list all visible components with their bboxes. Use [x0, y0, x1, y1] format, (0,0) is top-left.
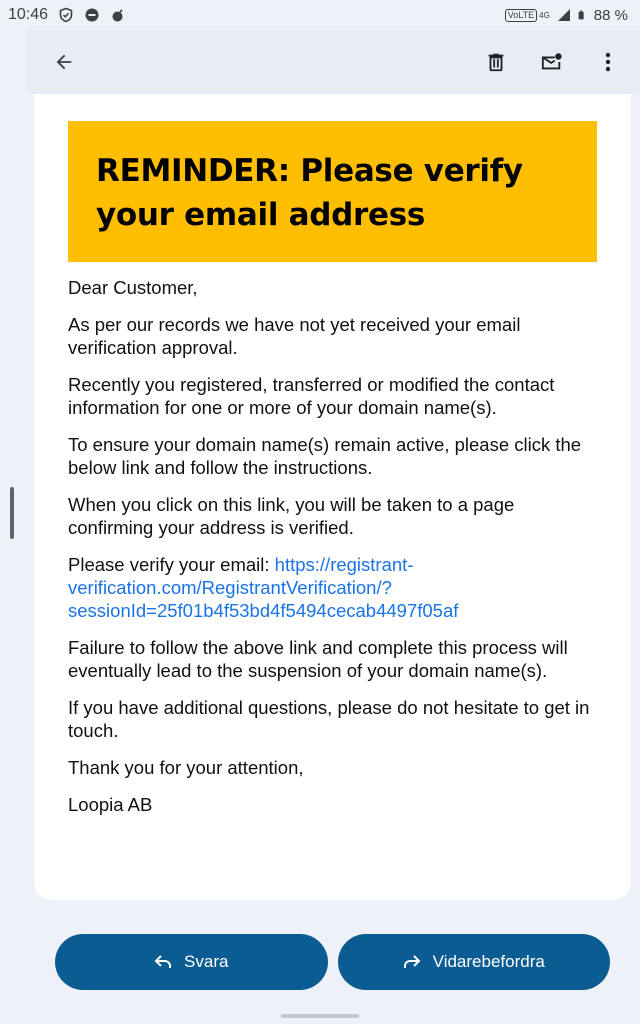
greeting: Dear Customer, [68, 277, 198, 298]
paragraph-failure: Failure to follow the above link and com… [68, 637, 568, 681]
reply-button[interactable]: Svara [55, 934, 328, 990]
more-vert-icon [605, 52, 611, 72]
email-message: Dear Customer, As per our records we hav… [68, 276, 604, 830]
side-drag-handle[interactable] [10, 487, 14, 539]
reply-actions: Svara Vidarebefordra [55, 934, 610, 990]
more-options-button[interactable] [594, 48, 622, 76]
closing-text: Thank you for your attention, [68, 757, 304, 778]
paragraph-registered: Recently you registered, transferred or … [68, 374, 555, 418]
back-button[interactable] [50, 48, 78, 76]
toolbar-actions [482, 48, 622, 76]
forward-label: Vidarebefordra [432, 952, 545, 971]
paragraph-verify: Please verify your email: https://regist… [68, 553, 604, 622]
mark-unread-icon [541, 53, 562, 70]
mark-unread-button[interactable] [538, 48, 566, 76]
paragraph-ensure: To ensure your domain name(s) remain act… [68, 434, 582, 478]
bomb-icon [112, 9, 123, 22]
paragraph-click: When you click on this link, you will be… [68, 494, 515, 538]
network-badge: VoLTE [504, 8, 538, 22]
email-banner: REMINDER: Please verify your email addre… [68, 121, 597, 262]
delete-button[interactable] [482, 48, 510, 76]
battery-percent: 88 % [593, 6, 628, 24]
email-toolbar [26, 30, 640, 94]
reply-label: Svara [184, 952, 229, 971]
verify-prefix: Please verify your email: [68, 554, 275, 575]
paragraph-records: As per our records we have not yet recei… [68, 314, 521, 358]
battery-icon [578, 10, 584, 20]
do-not-disturb-icon [85, 8, 99, 22]
status-right: VoLTE 4G 88 % [504, 6, 628, 24]
shield-icon [59, 7, 73, 23]
signal-icon [557, 9, 570, 21]
signature: Loopia AB [68, 794, 153, 815]
status-time: 10:46 [8, 6, 49, 23]
network-type: 4G [539, 10, 550, 20]
status-left: 10:46 [8, 6, 126, 24]
paragraph-questions: If you have additional questions, please… [68, 697, 590, 741]
forward-button[interactable]: Vidarebefordra [337, 934, 610, 990]
email-body-card: REMINDER: Please verify your email addre… [34, 94, 631, 900]
delete-icon [488, 53, 504, 72]
banner-title: REMINDER: Please verify your email addre… [96, 153, 523, 233]
reply-icon [154, 955, 172, 968]
back-arrow-icon [56, 54, 72, 70]
home-indicator[interactable] [281, 1014, 359, 1018]
status-bar: 10:46 VoLTE 4G 88 % [0, 0, 640, 30]
forward-icon [403, 955, 421, 968]
screen: 10:46 VoLTE 4G 88 % REMINDER: Please ver… [0, 0, 640, 1024]
